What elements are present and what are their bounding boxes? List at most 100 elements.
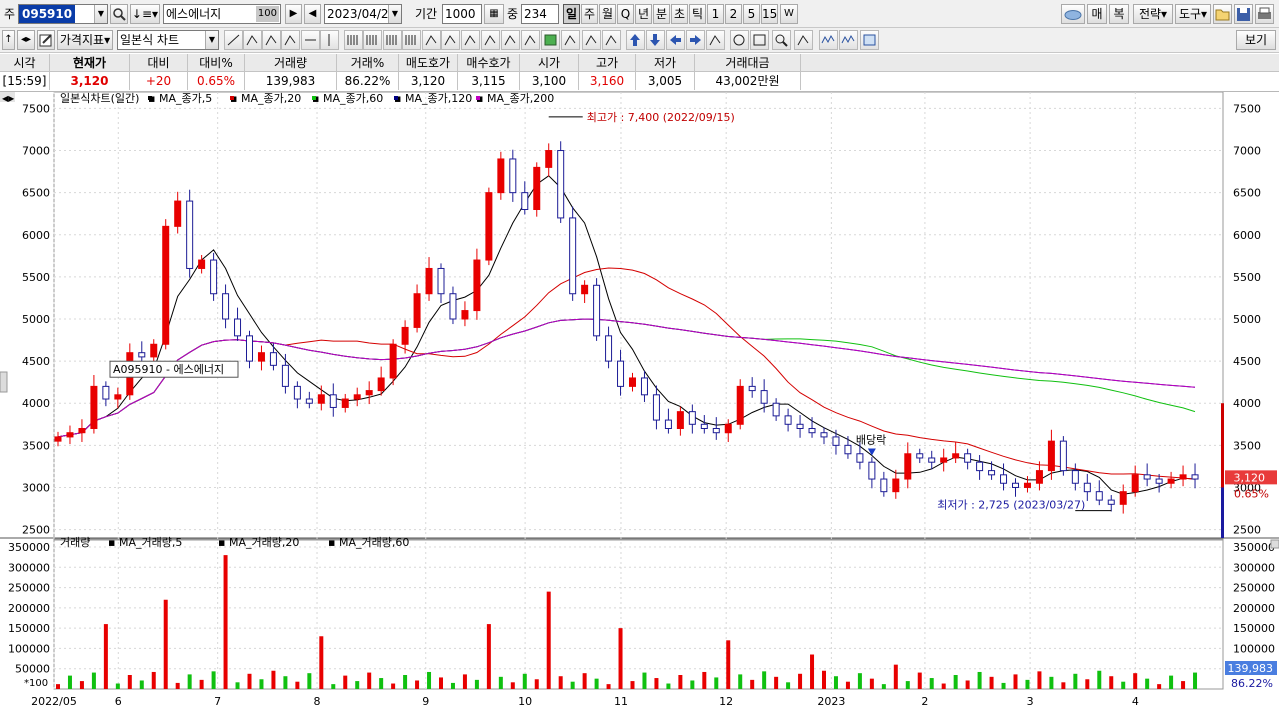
volume-bar	[91, 672, 96, 689]
quote-header-8: 시가	[520, 54, 579, 72]
print-icon[interactable]	[1255, 4, 1274, 24]
vol-tick-left-5: 300000	[8, 561, 50, 574]
chevron-down-icon[interactable]: ▼	[388, 5, 401, 23]
zoom-icon[interactable]	[772, 30, 791, 50]
stock-code-value[interactable]: 095910	[19, 5, 76, 23]
arc-icon[interactable]	[262, 30, 281, 50]
period-button-5[interactable]: 분	[653, 4, 670, 24]
search-icon[interactable]	[110, 4, 128, 24]
chevron-down-icon[interactable]: ▼	[205, 31, 218, 49]
note-icon[interactable]	[561, 30, 580, 50]
vol-tick-right-2: 150000	[1233, 622, 1275, 635]
candle	[485, 187, 493, 266]
period-button-6[interactable]: 초	[671, 4, 688, 24]
last-volume-label: 139,983	[1228, 662, 1274, 675]
tile-icon[interactable]	[860, 30, 879, 50]
tools-button[interactable]: 도구▾	[1175, 4, 1211, 24]
volume-bar	[283, 676, 288, 689]
period-button-0[interactable]: 일	[563, 4, 580, 24]
fibonacci-icon[interactable]	[344, 30, 363, 50]
play-right-icon[interactable]: ▶	[285, 4, 302, 24]
up-arrow-icon[interactable]	[626, 30, 645, 50]
vertical-line-icon[interactable]	[320, 30, 339, 50]
price-chart[interactable]: ◀▶ 2500 25003000 30003500 35004000 40004500 4…	[0, 92, 1279, 709]
composite-button[interactable]: 복	[1109, 4, 1129, 24]
x-tick-8: 2023	[817, 695, 845, 708]
vol-tick-right-3: 200000	[1233, 602, 1275, 615]
fill-icon[interactable]	[541, 30, 560, 50]
chart-mode-icon[interactable]: W	[780, 4, 798, 24]
settings-grid-icon[interactable]: ▦	[484, 4, 504, 24]
indicator-dropdown[interactable]: 가격지표▾	[57, 30, 113, 50]
period-button-4[interactable]: 년	[635, 4, 652, 24]
play-left-icon[interactable]: ◀	[304, 4, 321, 24]
volume-bar	[642, 672, 647, 689]
parallel-icon[interactable]	[461, 30, 480, 50]
period-button-1[interactable]: 주	[581, 4, 598, 24]
wave-1-icon[interactable]	[819, 30, 838, 50]
volume-bar	[127, 675, 132, 689]
edit-icon[interactable]	[37, 30, 55, 50]
vol-tick-right-4: 250000	[1233, 582, 1275, 595]
arrow-up-icon[interactable]: ↑	[2, 30, 15, 50]
period-button-2[interactable]: 월	[599, 4, 616, 24]
volume-bar	[1169, 675, 1174, 689]
pane-resize-icon[interactable]	[1270, 539, 1279, 549]
circle-icon[interactable]	[730, 30, 749, 50]
date-field[interactable]: 2023/04/21 ▼	[324, 4, 402, 24]
period-button-11[interactable]: 15	[761, 4, 778, 24]
save-icon[interactable]	[1234, 4, 1253, 24]
period-button-7[interactable]: 틱	[689, 4, 706, 24]
volume-bar	[486, 624, 491, 689]
cloud-icon[interactable]	[1061, 4, 1085, 24]
sell-button[interactable]: 매	[1087, 4, 1107, 24]
volume-bar	[115, 683, 120, 689]
angle-line-icon[interactable]	[243, 30, 262, 50]
period-field[interactable]: 1000	[442, 4, 482, 24]
rectangle-icon[interactable]	[750, 30, 769, 50]
wave-2-icon[interactable]	[839, 30, 858, 50]
quote-value-2: +20	[130, 72, 188, 90]
chevron-down-icon[interactable]: ▼	[94, 5, 107, 23]
label-icon[interactable]	[582, 30, 601, 50]
period-button-8[interactable]: 1	[707, 4, 724, 24]
volume-bar	[714, 677, 719, 689]
trend-angle-icon[interactable]	[422, 30, 441, 50]
folder-icon[interactable]	[1213, 4, 1232, 24]
left-collapse-icon[interactable]	[0, 371, 8, 393]
period-lines-icon[interactable]	[383, 30, 402, 50]
middle-field[interactable]: 234	[521, 4, 559, 24]
cycle-lines-icon[interactable]	[402, 30, 421, 50]
stock-code-field[interactable]: 095910 ▼	[18, 4, 108, 24]
horizontal-line-icon[interactable]	[301, 30, 320, 50]
pencil-icon[interactable]	[501, 30, 520, 50]
expand-horizontal-icon[interactable]: ◂▸	[17, 30, 35, 50]
period-button-10[interactable]: 5	[743, 4, 760, 24]
down-arrow-icon[interactable]	[646, 30, 665, 50]
page-icon[interactable]	[706, 30, 725, 50]
line-icon[interactable]	[224, 30, 243, 50]
period-button-9[interactable]: 2	[725, 4, 742, 24]
stock-chart-window: { "toolbar": { "market_label": "주", "cod…	[0, 0, 1279, 709]
left-arrow-icon[interactable]	[666, 30, 685, 50]
stock-name-field[interactable]: 에스에너지 100	[163, 4, 281, 24]
period-button-3[interactable]: Q	[617, 4, 634, 24]
regression-icon[interactable]	[481, 30, 500, 50]
volume-bar	[654, 678, 659, 689]
volume-multiplier: *100	[24, 678, 48, 689]
volume-bar	[666, 683, 671, 689]
view-button[interactable]: 보기	[1236, 30, 1276, 50]
crosshair-icon[interactable]	[794, 30, 813, 50]
channel-icon[interactable]	[441, 30, 460, 50]
rect-select-icon[interactable]	[602, 30, 621, 50]
grid-lines-icon[interactable]	[363, 30, 382, 50]
chart-type-select[interactable]: 일본식 차트 ▼	[117, 30, 219, 50]
sort-dropdown-button[interactable]: ↓≡▾	[130, 4, 160, 24]
x-tick-5: 10	[518, 695, 532, 708]
strategy-button[interactable]: 전략▾	[1133, 4, 1173, 24]
speed-line-icon[interactable]	[521, 30, 540, 50]
candle	[533, 162, 541, 217]
y-tick-left-6: 5500	[22, 271, 50, 284]
pen-icon[interactable]	[281, 30, 300, 50]
right-arrow-icon[interactable]	[686, 30, 705, 50]
